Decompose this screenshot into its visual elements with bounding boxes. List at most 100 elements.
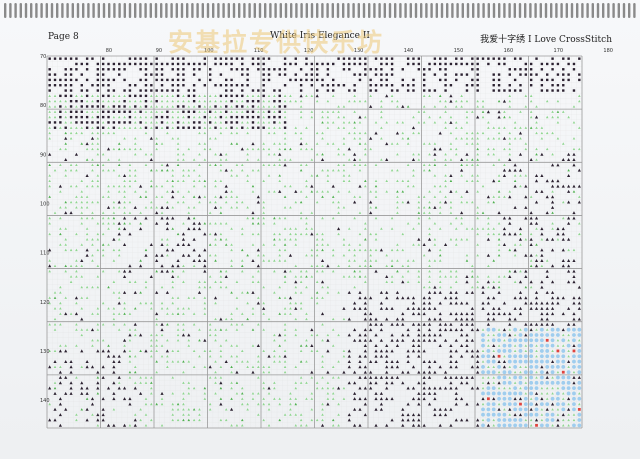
dark-square-stitch [123,110,126,113]
green-triangle-stitch [230,259,233,262]
dark-square-stitch [187,89,190,92]
dark-square-stitch [139,78,142,82]
dark-triangle-stitch [460,397,464,401]
green-triangle-stitch [481,131,485,135]
blue-circle-stitch [513,418,518,422]
dark-square-stitch [139,89,142,92]
green-triangle-stitch [171,184,175,188]
dark-square-stitch [572,89,576,92]
green-triangle-stitch [556,121,560,124]
green-triangle-stitch [283,259,287,262]
dark-triangle-stitch [374,391,378,395]
green-triangle-stitch [80,243,84,246]
dark-triangle-stitch [411,365,416,369]
green-triangle-stitch [283,275,287,278]
green-triangle-stitch [80,206,84,209]
green-triangle-stitch [101,222,105,225]
dark-triangle-stitch [411,126,416,130]
dark-triangle-stitch [165,248,169,252]
green-triangle-stitch [503,408,506,411]
dark-triangle-stitch [417,381,421,385]
green-triangle-stitch [487,121,490,124]
dark-triangle-stitch [235,370,239,374]
green-triangle-stitch [283,280,287,283]
green-triangle-stitch [417,195,421,198]
dark-triangle-stitch [550,200,555,204]
green-triangle-stitch [53,110,57,113]
green-triangle-stitch [337,333,340,337]
dark-triangle-stitch [529,211,533,215]
green-triangle-stitch [69,131,73,135]
green-triangle-stitch [262,397,265,400]
dark-triangle-stitch [379,301,383,305]
dark-triangle-stitch [85,365,89,369]
dark-triangle-stitch [427,359,432,363]
blue-circle-stitch [502,412,507,417]
green-triangle-stitch [75,344,78,347]
dark-triangle-stitch [550,402,555,406]
dark-triangle-stitch [417,237,421,241]
blue-circle-stitch [481,423,485,428]
green-triangle-stitch [224,328,228,331]
dark-triangle-stitch [438,328,442,332]
dark-triangle-stitch [411,413,416,417]
dark-triangle-stitch [433,306,437,310]
dark-square-stitch [556,73,560,76]
dark-triangle-stitch [96,381,100,385]
green-triangle-stitch [187,418,191,422]
dark-triangle-stitch [176,243,180,247]
dark-triangle-stitch [492,285,496,289]
dark-square-stitch [551,84,554,87]
green-triangle-stitch [481,376,485,379]
dark-triangle-stitch [449,189,453,193]
green-triangle-stitch [75,105,78,108]
dark-square-stitch [241,94,244,98]
dark-triangle-stitch [427,317,432,321]
dark-square-stitch [123,99,126,103]
dark-square-stitch [123,78,126,82]
blue-circle-stitch [513,391,518,396]
green-triangle-stitch [476,232,479,236]
dark-triangle-stitch [427,237,432,241]
dark-square-stitch [390,62,394,66]
dark-triangle-stitch [561,296,565,300]
green-triangle-stitch [315,264,319,268]
dark-triangle-stitch [567,322,571,326]
green-triangle-stitch [230,264,233,268]
dark-square-stitch [337,84,340,87]
dark-triangle-stitch [379,328,383,332]
dark-triangle-stitch [433,397,437,401]
dark-triangle-stitch [502,243,507,247]
dark-square-stitch [230,68,233,71]
green-triangle-stitch [540,131,544,135]
green-triangle-stitch [401,200,405,204]
green-triangle-stitch [80,142,84,145]
dark-triangle-stitch [417,328,421,332]
dark-triangle-stitch [385,306,389,310]
dark-triangle-stitch [353,397,357,401]
green-triangle-stitch [155,402,158,406]
green-triangle-stitch [487,333,490,337]
green-triangle-stitch [235,296,239,299]
dark-triangle-stitch [534,179,539,183]
green-triangle-stitch [396,168,399,172]
dark-triangle-stitch [433,338,437,342]
green-triangle-stitch [422,163,426,167]
green-triangle-stitch [412,153,415,156]
green-triangle-stitch [305,253,308,257]
green-triangle-stitch [390,94,394,97]
green-triangle-stitch [412,131,415,135]
green-triangle-stitch [80,126,84,129]
dark-triangle-stitch [422,359,426,363]
green-triangle-stitch [176,323,180,326]
dark-triangle-stitch [438,333,442,337]
blue-circle-stitch [507,359,512,364]
green-triangle-stitch [230,206,233,209]
dark-triangle-stitch [513,269,517,273]
dark-triangle-stitch [363,413,367,417]
green-triangle-stitch [182,402,185,406]
green-triangle-stitch [219,344,223,347]
green-triangle-stitch [273,339,276,342]
dark-square-stitch [326,73,330,76]
green-triangle-stitch [283,328,287,331]
